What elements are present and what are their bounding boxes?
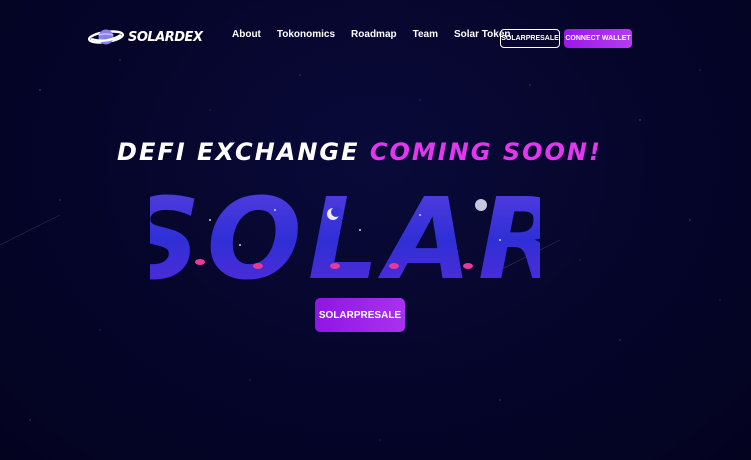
solarpresale-cta-button[interactable]: SOLARPRESALE	[315, 298, 405, 332]
headline-part-1: DEFI EXCHANGE	[117, 138, 360, 166]
nav-tokonomics[interactable]: Tokonomics	[277, 29, 335, 40]
planet-logo-icon	[88, 29, 124, 45]
solar-big-word: SOLAR	[150, 175, 540, 290]
brand-name: SOLARDEX	[128, 29, 203, 45]
main-nav: About Tokonomics Roadmap Team Solar Toke…	[232, 29, 527, 40]
solarpresale-nav-button[interactable]: SOLARPRESALE	[500, 29, 560, 48]
brand-logo[interactable]: SOLARDEX	[88, 26, 203, 48]
headline-part-2: COMING SOON!	[369, 138, 602, 166]
nav-roadmap[interactable]: Roadmap	[351, 29, 397, 40]
site-header: SOLARDEX About Tokonomics Roadmap Team S…	[0, 0, 751, 78]
moon-icon	[475, 199, 487, 211]
connect-wallet-button[interactable]: CONNECT WALLET	[564, 29, 632, 48]
nav-team[interactable]: Team	[413, 29, 438, 40]
hero-headline: DEFI EXCHANGE COMING SOON!	[0, 138, 735, 166]
solar-title-graphic: SOLAR	[150, 175, 540, 290]
nav-about[interactable]: About	[232, 29, 261, 40]
